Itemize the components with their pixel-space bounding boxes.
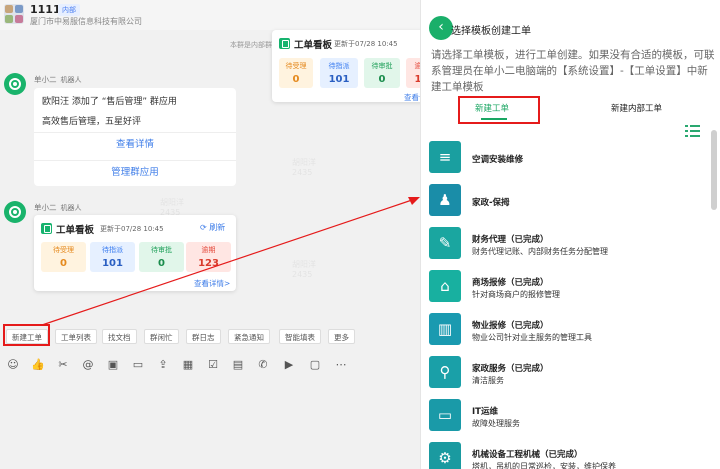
more-icon[interactable]: ▢ (308, 358, 322, 372)
broom-icon: ⚲ (429, 356, 461, 388)
template-item[interactable]: ⚙ 机械设备工程机械（已完成） 塔机，吊机的日常巡检，安装，维护保养 (429, 438, 709, 469)
calendar-icon[interactable]: ▦ (181, 358, 195, 372)
bot-avatar[interactable] (4, 73, 26, 95)
group-title: 1111 (30, 3, 61, 16)
highlight-box (3, 324, 50, 346)
more-button[interactable]: 更多 (328, 329, 355, 344)
app-added-message: 欧阳汪 添加了 “售后管理” 群应用 高效售后管理，五星好评 查看详情 管理群应… (34, 88, 236, 186)
kanban-more-link[interactable]: 查看详情> (194, 278, 230, 289)
thumb-icon[interactable]: 👍 (31, 358, 45, 372)
kanban-title: 工单看板 (56, 225, 95, 236)
back-button[interactable]: ‹ (429, 16, 453, 40)
view-details-link[interactable]: 查看详情 (34, 132, 236, 156)
template-item[interactable]: ▭ IT运维 故障处理服务 (429, 395, 709, 437)
message-input[interactable] (0, 378, 420, 469)
find-doc-button[interactable]: 找文档 (102, 329, 137, 344)
group-busy-button[interactable]: 群闲忙 (144, 329, 179, 344)
robot-tag: 机器人 (60, 204, 82, 212)
kanban-cell[interactable]: 逾期 123 (186, 242, 231, 272)
tab-new-internal-ticket[interactable]: 新建内部工单 (611, 102, 662, 114)
phone-icon[interactable]: ✆ (256, 358, 270, 372)
sender-name: 单小二 机器人 (34, 203, 82, 212)
smart-form-button[interactable]: 智能填表 (279, 329, 321, 344)
list-view-icon[interactable] (685, 124, 701, 138)
kanban-title: 工单看板 (294, 40, 333, 51)
image-icon[interactable]: ▣ (106, 358, 120, 372)
template-item[interactable]: ⌂ 商场报修（已完成） 针对商场商户的报修管理 (429, 266, 709, 308)
scissors-icon[interactable]: ✂ (56, 358, 70, 372)
watermark: 胡阳洋2435 (292, 260, 316, 279)
smile-icon[interactable]: ☺ (6, 358, 20, 372)
template-item[interactable]: ✎ 财务代理（已完成） 财务代理记账、内部财务任务分配管理 (429, 223, 709, 265)
kanban-cell[interactable]: 待审批 0 (139, 242, 184, 272)
at-icon[interactable]: @ (81, 358, 95, 372)
chat-header: 1111 内部 厦门市中易服信息科技有限公司 (0, 0, 420, 30)
refresh-icon: ⟳ (200, 223, 207, 232)
kanban-cell[interactable]: 待指派 101 (90, 242, 135, 272)
message-text: 高效售后管理，五星好评 (42, 117, 142, 127)
internal-badge: 内部 (58, 4, 80, 16)
robot-tag: 机器人 (60, 76, 82, 84)
system-message: 本群是内部群 (230, 41, 272, 49)
computer-icon: ▭ (429, 399, 461, 431)
checklist-icon[interactable]: ☑ (206, 358, 220, 372)
kanban-card-top[interactable]: 工单看板 更新于07/28 10:45 待受理 0 待指派 101 待审批 0 逾1 … (272, 30, 432, 102)
upload-icon[interactable]: ⇪ (156, 358, 170, 372)
store-icon: ⌂ (429, 270, 461, 302)
kanban-cell[interactable]: 待受理 0 (279, 58, 313, 88)
refresh-button[interactable]: ⟳ 刷新 (200, 222, 225, 233)
kanban-updated: 更新于07/28 10:45 (334, 40, 398, 48)
template-item[interactable]: ≡ 空调安装维修 (429, 137, 709, 179)
kanban-card[interactable]: 工单看板 更新于07/28 10:45 ⟳ 刷新 待受理 0 待指派 101 待审批… (34, 215, 236, 291)
more-dots-icon[interactable]: ⋯ (334, 358, 348, 372)
urgent-notice-button[interactable]: 紧急通知 (228, 329, 270, 344)
scrollbar[interactable] (711, 130, 717, 210)
panel-description: 请选择工单模板，进行工单创建。如果没有合适的模板，可联系管理员在单小二电脑端的【… (431, 49, 715, 93)
ac-icon: ≡ (429, 141, 461, 173)
manage-group-apps-link[interactable]: 管理群应用 (34, 160, 236, 184)
group-org: 厦门市中易服信息科技有限公司 (30, 17, 142, 26)
kanban-updated: 更新于07/28 10:45 (100, 225, 164, 233)
kanban-cell[interactable]: 待审批 0 (364, 58, 400, 88)
kanban-icon (41, 223, 52, 234)
quick-action-bar: 新建工单 工单列表 找文档 群闲忙 群日志 紧急通知 智能填表 更多 (0, 326, 420, 346)
bot-avatar[interactable] (4, 201, 26, 223)
watermark: 胡阳洋2435 (292, 158, 316, 177)
kanban-icon (279, 38, 290, 49)
kanban-cell[interactable]: 待指派 101 (320, 58, 358, 88)
video-icon[interactable]: ▶ (282, 358, 296, 372)
chevron-left-icon: ‹ (438, 19, 444, 35)
template-item[interactable]: ▥ 物业报修（已完成） 物业公司针对业主服务的管理工具 (429, 309, 709, 351)
template-panel: ‹ 选择模板创建工单 请选择工单模板，进行工单创建。如果没有合适的模板，可联系管… (420, 0, 720, 469)
ticket-list-button[interactable]: 工单列表 (55, 329, 97, 344)
housekeeping-icon: ♟ (429, 184, 461, 216)
task-icon[interactable]: ▤ (231, 358, 245, 372)
template-item[interactable]: ♟ 家政-保拇 (429, 180, 709, 222)
folder-icon[interactable]: ▭ (131, 358, 145, 372)
panel-title: 选择模板创建工单 (451, 26, 531, 37)
building-icon: ▥ (429, 313, 461, 345)
highlight-box (458, 96, 540, 124)
group-log-button[interactable]: 群日志 (186, 329, 221, 344)
input-toolbar: ☺ 👍 ✂ @ ▣ ▭ ⇪ ▦ ☑ ▤ ✆ ▶ ▢ ⋯ (0, 355, 420, 375)
group-avatar[interactable] (4, 4, 24, 24)
template-item[interactable]: ⚲ 家政服务（已完成） 清洁服务 (429, 352, 709, 394)
finance-icon: ✎ (429, 227, 461, 259)
message-text: 欧阳汪 添加了 “售后管理” 群应用 (42, 97, 177, 107)
kanban-cell[interactable]: 待受理 0 (41, 242, 86, 272)
machine-icon: ⚙ (429, 442, 461, 469)
sender-name: 单小二 机器人 (34, 75, 82, 84)
